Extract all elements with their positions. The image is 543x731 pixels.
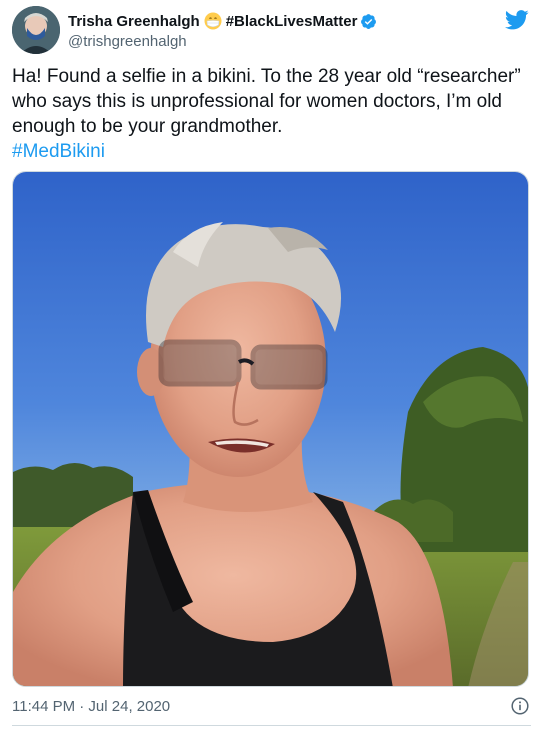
author-name-hashtag: #BlackLivesMatter [225, 12, 358, 30]
tweet-timestamp[interactable]: 11:44 PM · Jul 24, 2020 [12, 698, 170, 715]
tweet-header: Trisha Greenhalgh #BlackLivesMatter @tri… [12, 6, 531, 58]
hashtag-link[interactable]: #MedBikini [12, 141, 105, 162]
twitter-bird-icon[interactable] [504, 10, 529, 30]
tweet-photo[interactable] [12, 171, 529, 687]
author-names: Trisha Greenhalgh #BlackLivesMatter @tri… [68, 10, 377, 50]
author-display-name[interactable]: Trisha Greenhalgh [68, 13, 200, 30]
face-with-medical-mask-icon [204, 12, 222, 30]
author-handle[interactable]: @trishgreenhalgh [68, 33, 377, 50]
tweet-text: Ha! Found a selfie in a bikini. To the 2… [12, 64, 524, 164]
divider [12, 725, 531, 726]
tweet-body: Ha! Found a selfie in a bikini. To the 2… [12, 66, 521, 137]
verified-badge-icon [360, 13, 377, 30]
info-icon[interactable] [511, 697, 529, 715]
name-line: Trisha Greenhalgh #BlackLivesMatter [68, 10, 377, 32]
tweet-footer: 11:44 PM · Jul 24, 2020 [12, 697, 531, 719]
author-avatar[interactable] [12, 6, 60, 54]
